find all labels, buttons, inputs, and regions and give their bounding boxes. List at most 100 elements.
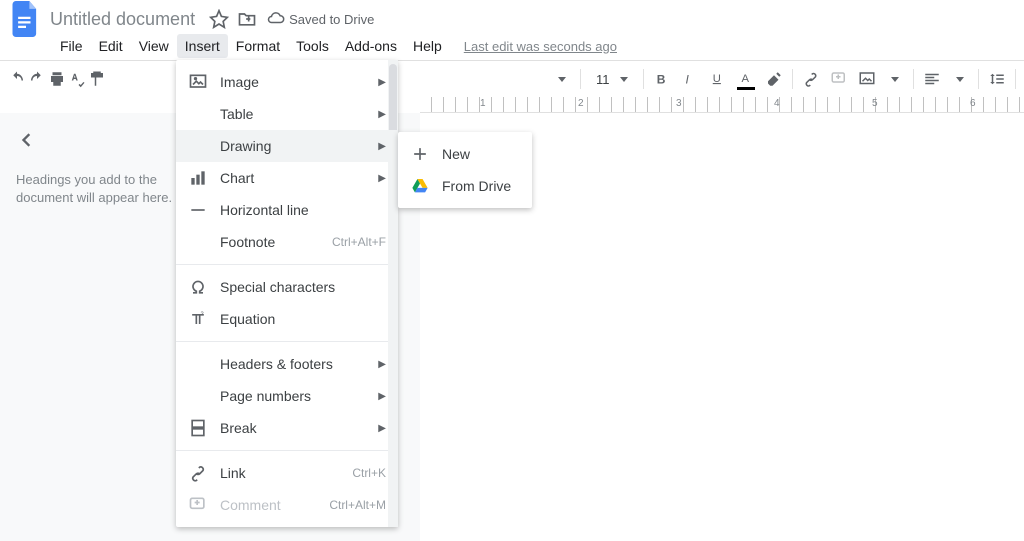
ruler-tick: 3 [676, 98, 682, 109]
menu-label: Break [220, 420, 366, 436]
underline-button[interactable]: U [704, 65, 732, 93]
menu-item-break[interactable]: Break ▶ [176, 412, 398, 444]
menu-label: Drawing [220, 138, 366, 154]
menubar: File Edit View Insert Format Tools Add-o… [0, 32, 1024, 60]
menu-item-headers-footers[interactable]: Headers & footers ▶ [176, 348, 398, 380]
menu-item-chart[interactable]: Chart ▶ [176, 162, 398, 194]
blank-icon [188, 232, 208, 252]
line-spacing-button[interactable] [983, 65, 1011, 93]
menu-format[interactable]: Format [228, 34, 288, 58]
svg-text:A: A [741, 73, 749, 85]
menu-file[interactable]: File [52, 34, 91, 58]
horizontal-line-icon [188, 200, 208, 220]
menu-label: Table [220, 106, 366, 122]
chart-icon [188, 168, 208, 188]
saved-label: Saved to Drive [289, 12, 374, 27]
align-button[interactable] [918, 65, 946, 93]
saved-to-drive[interactable]: Saved to Drive [267, 11, 374, 28]
document-title[interactable]: Untitled document [50, 9, 195, 30]
redo-button[interactable] [28, 65, 46, 93]
font-size-selector[interactable]: 11 [591, 69, 633, 90]
bold-button[interactable]: B [648, 65, 676, 93]
undo-button[interactable] [8, 65, 26, 93]
menu-label: Comment [220, 497, 317, 513]
link-icon [188, 463, 208, 483]
insert-image-button[interactable] [853, 65, 881, 93]
drive-icon [410, 176, 430, 196]
svg-text:B: B [656, 73, 665, 87]
submenu-arrow-icon: ▶ [378, 359, 386, 370]
move-icon[interactable] [237, 9, 257, 29]
menu-label: From Drive [442, 178, 520, 194]
align-dropdown-caret[interactable] [946, 65, 974, 93]
ruler-tick: 1 [480, 98, 486, 109]
menu-insert[interactable]: Insert [177, 34, 228, 58]
numbered-list-button[interactable] [1020, 65, 1024, 93]
submenu-arrow-icon: ▶ [378, 423, 386, 434]
menu-label: Headers & footers [220, 356, 366, 372]
last-edit-link[interactable]: Last edit was seconds ago [464, 39, 617, 54]
outline-back-button[interactable] [16, 129, 38, 151]
omega-icon [188, 277, 208, 297]
menu-label: Page numbers [220, 388, 366, 404]
menu-item-footnote[interactable]: Footnote Ctrl+Alt+F [176, 226, 398, 258]
submenu-arrow-icon: ▶ [378, 109, 386, 120]
menu-item-page-numbers[interactable]: Page numbers ▶ [176, 380, 398, 412]
ruler[interactable]: 1 2 3 4 5 6 [420, 97, 1024, 113]
outline-panel: Headings you add to the document will ap… [0, 113, 200, 541]
menu-edit[interactable]: Edit [91, 34, 131, 58]
menu-shortcut: Ctrl+K [352, 466, 386, 480]
submenu-arrow-icon: ▶ [378, 173, 386, 184]
print-button[interactable] [48, 65, 66, 93]
menu-item-horizontal-line[interactable]: Horizontal line [176, 194, 398, 226]
image-dropdown-caret[interactable] [881, 65, 909, 93]
insert-link-button[interactable] [797, 65, 825, 93]
menu-item-link[interactable]: Link Ctrl+K [176, 457, 398, 489]
blank-icon [188, 386, 208, 406]
menu-label: Horizontal line [220, 202, 386, 218]
svg-text:U: U [712, 73, 720, 85]
font-dropdown-caret[interactable] [548, 65, 576, 93]
svg-text:I: I [685, 73, 689, 87]
menu-item-table[interactable]: Table ▶ [176, 98, 398, 130]
insert-comment-button[interactable] [825, 65, 853, 93]
menu-addons[interactable]: Add-ons [337, 34, 405, 58]
menu-shortcut: Ctrl+Alt+M [329, 498, 386, 512]
star-icon[interactable] [209, 9, 229, 29]
break-icon [188, 418, 208, 438]
text-color-button[interactable]: A [732, 65, 760, 93]
menu-label: New [442, 146, 520, 162]
submenu-arrow-icon: ▶ [378, 77, 386, 88]
blank-icon [188, 136, 208, 156]
spellcheck-button[interactable] [68, 65, 86, 93]
drawing-submenu: New From Drive [398, 132, 532, 208]
image-icon [188, 72, 208, 92]
cloud-icon [267, 11, 285, 28]
menu-help[interactable]: Help [405, 34, 450, 58]
insert-menu: Image ▶ Table ▶ Drawing ▶ Chart ▶ Horizo… [176, 60, 398, 527]
italic-button[interactable]: I [676, 65, 704, 93]
comment-icon [188, 495, 208, 515]
menu-label: Special characters [220, 279, 386, 295]
toolbar: 11 B I U A [0, 61, 1024, 97]
pi-icon: 2 [188, 309, 208, 329]
menu-item-comment: Comment Ctrl+Alt+M [176, 489, 398, 521]
submenu-item-new[interactable]: New [398, 138, 532, 170]
highlight-button[interactable] [760, 65, 788, 93]
menu-tools[interactable]: Tools [288, 34, 337, 58]
font-size-value: 11 [596, 72, 610, 87]
menu-item-equation[interactable]: 2 Equation [176, 303, 398, 335]
menu-item-drawing[interactable]: Drawing ▶ [176, 130, 398, 162]
blank-icon [188, 104, 208, 124]
submenu-item-from-drive[interactable]: From Drive [398, 170, 532, 202]
menu-label: Equation [220, 311, 386, 327]
ruler-tick: 2 [578, 98, 584, 109]
menu-item-image[interactable]: Image ▶ [176, 66, 398, 98]
ruler-tick: 6 [970, 98, 976, 109]
docs-logo[interactable] [8, 0, 44, 41]
menu-shortcut: Ctrl+Alt+F [332, 235, 386, 249]
menu-item-special-characters[interactable]: Special characters [176, 271, 398, 303]
menu-view[interactable]: View [131, 34, 177, 58]
paint-format-button[interactable] [88, 65, 106, 93]
submenu-arrow-icon: ▶ [378, 141, 386, 152]
